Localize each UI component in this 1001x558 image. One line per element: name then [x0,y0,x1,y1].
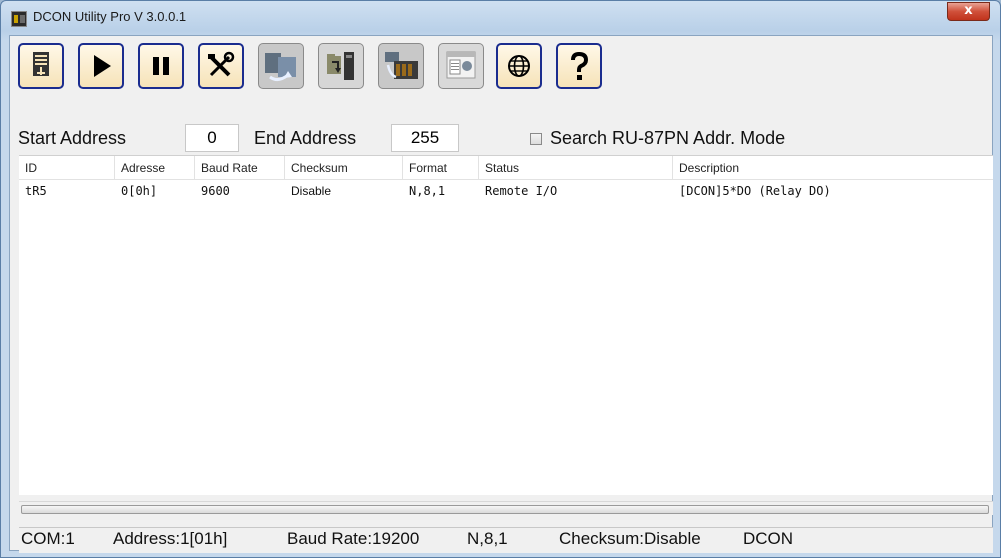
help-button[interactable] [556,43,602,89]
help-icon [571,51,589,80]
scrollbar-thumb[interactable] [21,505,989,514]
address-range-row: Start Address 0 End Address 255 Search R… [10,124,992,152]
column-header-id[interactable]: ID [19,156,115,180]
end-address-label: End Address [254,128,357,148]
terminal-window-button[interactable] [438,43,484,89]
title-bar[interactable]: DCON Utility Pro V 3.0.0.1 x [1,1,1000,35]
cell-id: tR5 [25,184,47,198]
start-address-input[interactable]: 0 [185,124,239,152]
horizontal-scrollbar[interactable] [19,501,993,515]
module-search-button[interactable] [258,43,304,89]
web-button[interactable] [496,43,542,89]
io-expansion-icon [385,52,418,79]
column-header-status[interactable]: Status [479,156,673,180]
close-button[interactable]: x [947,2,990,21]
com-port-icon [33,52,49,76]
cell-address: 0[0h] [121,184,158,198]
start-search-button[interactable] [78,43,124,89]
status-address: Address:1[01h] [113,529,228,548]
app-window: DCON Utility Pro V 3.0.0.1 x Start Addre… [0,0,1001,558]
end-address-input[interactable]: 255 [391,124,459,152]
com-port-button[interactable] [18,43,64,89]
cell-format: N,8,1 [409,184,446,198]
column-header-baud-rate[interactable]: Baud Rate [195,156,285,180]
tools-button[interactable] [198,43,244,89]
app-logo-icon [11,11,27,27]
status-protocol: DCON [743,529,794,548]
cell-status: Remote I/O [485,184,558,198]
start-address-label: Start Address [18,128,127,148]
column-header-checksum[interactable]: Checksum [285,156,403,180]
table-row[interactable]: tR5 0[0h] 9600 Disable N,8,1 Remote I/O … [19,181,1001,201]
window-title: DCON Utility Pro V 3.0.0.1 [33,9,187,24]
pause-button[interactable] [138,43,184,89]
module-search-icon [265,53,296,82]
play-icon [94,55,111,77]
status-baud-rate: Baud Rate:19200 [287,529,420,548]
status-checksum: Checksum:Disable [559,529,701,548]
cell-baud-rate: 9600 [201,184,230,198]
tools-icon [208,51,235,77]
globe-icon [508,55,530,77]
status-bar: COM:1 Address:1[01h] Baud Rate:19200 N,8… [19,527,993,553]
search-mode-label[interactable]: Search RU-87PN Addr. Mode [550,128,785,149]
open-file-button[interactable] [318,43,364,89]
terminal-window-icon [446,51,476,79]
status-format: N,8,1 [467,529,508,548]
open-file-icon [327,52,354,80]
status-com-port: COM:1 [21,529,75,548]
io-expansion-button[interactable] [378,43,424,89]
column-header-address[interactable]: Adresse [115,156,195,180]
search-mode-checkbox[interactable] [530,133,542,145]
module-list[interactable]: ID Adresse Baud Rate Checksum Format Sta… [19,155,993,495]
pause-icon [153,57,169,75]
column-header-description[interactable]: Description [673,156,993,180]
cell-description: [DCON]5*DO (Relay DO) [679,184,831,198]
list-header: ID Adresse Baud Rate Checksum Format Sta… [19,156,993,180]
cell-checksum: Disable [291,184,332,198]
column-header-format[interactable]: Format [403,156,479,180]
